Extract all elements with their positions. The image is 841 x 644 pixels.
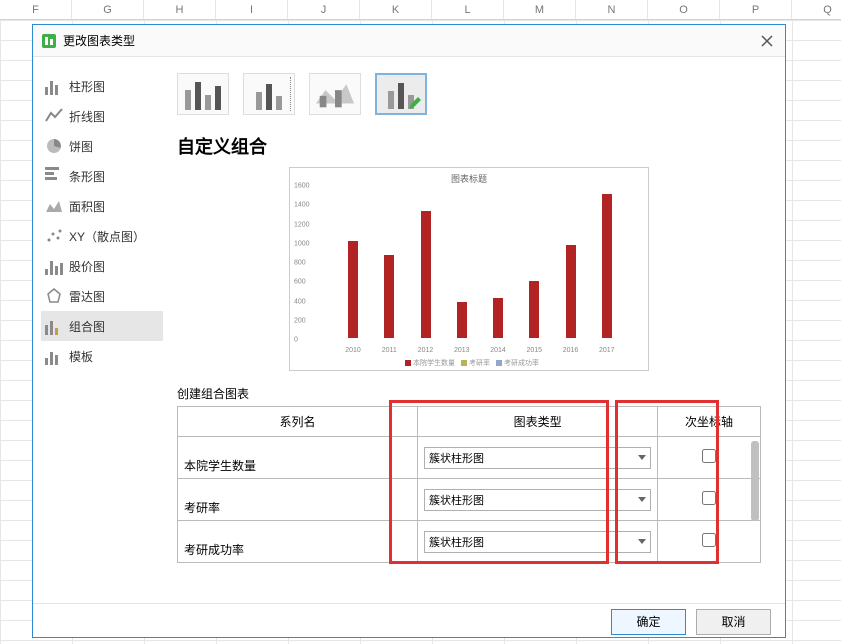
sidebar-item-0[interactable]: 柱形图 xyxy=(41,71,163,101)
chart-type-select[interactable]: 簇状柱形图 xyxy=(424,447,651,469)
column-header[interactable]: H xyxy=(144,0,216,19)
y-tick: 400 xyxy=(294,298,306,305)
main-panel: 自定义组合 图表标题 本院学生数量考研率考研成功率 2010 2011 2012 20… xyxy=(163,57,785,603)
y-tick: 1400 xyxy=(294,202,310,209)
change-chart-type-dialog: 更改图表类型 柱形图折线图饼图条形图面积图 XY（散点图） 股价图雷达图组合图模板 xyxy=(32,24,786,638)
y-tick: 1600 xyxy=(294,183,310,190)
sidebar-item-label: XY（散点图） xyxy=(69,228,145,245)
sidebar-item-9[interactable]: 模板 xyxy=(41,341,163,371)
combo-subtype-row xyxy=(177,73,761,115)
column-header[interactable]: I xyxy=(216,0,288,19)
sidebar-item-label: 模板 xyxy=(69,348,93,365)
secondary-axis-checkbox[interactable] xyxy=(702,449,716,463)
secondary-axis-checkbox[interactable] xyxy=(702,533,716,547)
column-header[interactable]: J xyxy=(288,0,360,19)
combo-series-table: 系列名 图表类型 次坐标轴 本院学生数量簇状柱形图考研率簇状柱形图考研成功率簇状… xyxy=(177,406,761,563)
column-header[interactable]: Q xyxy=(792,0,841,19)
sidebar-item-5[interactable]: XY（散点图） xyxy=(41,221,163,251)
chart-bar xyxy=(348,241,358,338)
series-name-cell: 考研成功率 xyxy=(178,521,418,563)
column-header[interactable]: G xyxy=(72,0,144,19)
sidebar-item-label: 雷达图 xyxy=(69,288,105,305)
sidebar-item-4[interactable]: 面积图 xyxy=(41,191,163,221)
chart-title: 图表标题 xyxy=(290,168,648,185)
chart-bar xyxy=(457,302,467,338)
create-combo-label: 创建组合图表 xyxy=(177,385,761,402)
chart-preview: 图表标题 本院学生数量考研率考研成功率 2010 2011 2012 2013 2014… xyxy=(289,167,649,371)
scrollbar[interactable] xyxy=(751,441,759,521)
ok-button[interactable]: 确定 xyxy=(611,609,686,635)
header-series: 系列名 xyxy=(178,407,418,437)
column-header[interactable]: N xyxy=(576,0,648,19)
combo-subtype-2[interactable] xyxy=(243,73,295,115)
table-row: 考研成功率簇状柱形图 xyxy=(178,521,761,563)
series-name-cell: 本院学生数量 xyxy=(178,437,418,479)
y-tick: 600 xyxy=(294,279,306,286)
column-header[interactable]: K xyxy=(360,0,432,19)
chart-bar xyxy=(421,211,431,338)
combo-subtype-4[interactable] xyxy=(375,73,427,115)
sidebar-item-label: 柱形图 xyxy=(69,78,105,95)
column-header[interactable]: O xyxy=(648,0,720,19)
sidebar-item-3[interactable]: 条形图 xyxy=(41,161,163,191)
titlebar[interactable]: 更改图表类型 xyxy=(33,25,785,57)
combo-subtype-1[interactable] xyxy=(177,73,229,115)
chart-type-select[interactable]: 簇状柱形图 xyxy=(424,489,651,511)
sidebar-item-label: 面积图 xyxy=(69,198,105,215)
x-tick: 2010 xyxy=(345,347,361,354)
chart-legend: 本院学生数量考研率考研成功率 xyxy=(290,358,648,368)
x-tick: 2017 xyxy=(599,347,615,354)
dialog-title: 更改图表类型 xyxy=(63,32,749,49)
chart-type-select[interactable]: 簇状柱形图 xyxy=(424,531,651,553)
sidebar-item-label: 股价图 xyxy=(69,258,105,275)
combo-subtype-3[interactable] xyxy=(309,73,361,115)
column-header[interactable]: M xyxy=(504,0,576,19)
sidebar-item-label: 组合图 xyxy=(69,318,105,335)
table-row: 考研率簇状柱形图 xyxy=(178,479,761,521)
column-header[interactable]: L xyxy=(432,0,504,19)
y-tick: 200 xyxy=(294,317,306,324)
section-title: 自定义组合 xyxy=(177,133,761,159)
y-tick: 1000 xyxy=(294,240,310,247)
sidebar-item-7[interactable]: 雷达图 xyxy=(41,281,163,311)
x-tick: 2014 xyxy=(490,347,506,354)
sidebar-item-label: 条形图 xyxy=(69,168,105,185)
x-tick: 2013 xyxy=(454,347,470,354)
sidebar-item-label: 折线图 xyxy=(69,108,105,125)
table-row: 本院学生数量簇状柱形图 xyxy=(178,437,761,479)
secondary-axis-checkbox[interactable] xyxy=(702,491,716,505)
x-tick: 2011 xyxy=(382,347,397,354)
column-header[interactable]: P xyxy=(720,0,792,19)
header-type: 图表类型 xyxy=(418,407,658,437)
sidebar-item-2[interactable]: 饼图 xyxy=(41,131,163,161)
chart-bar xyxy=(529,281,539,338)
close-icon xyxy=(761,35,773,47)
chart-bar xyxy=(602,194,612,338)
column-header[interactable]: F xyxy=(0,0,72,19)
chart-bar xyxy=(493,298,503,338)
cancel-button[interactable]: 取消 xyxy=(696,609,771,635)
x-tick: 2015 xyxy=(526,347,542,354)
y-tick: 1200 xyxy=(294,221,310,228)
chart-type-sidebar: 柱形图折线图饼图条形图面积图 XY（散点图） 股价图雷达图组合图模板 xyxy=(33,57,163,603)
close-button[interactable] xyxy=(749,25,785,57)
x-tick: 2016 xyxy=(563,347,579,354)
header-axis: 次坐标轴 xyxy=(658,407,761,437)
sidebar-item-6[interactable]: 股价图 xyxy=(41,251,163,281)
chart-bar xyxy=(566,245,576,338)
x-tick: 2012 xyxy=(418,347,434,354)
chart-bar xyxy=(384,255,394,338)
sidebar-item-1[interactable]: 折线图 xyxy=(41,101,163,131)
pencil-icon xyxy=(408,96,422,110)
sidebar-item-label: 饼图 xyxy=(69,138,93,155)
app-logo-icon xyxy=(41,33,57,49)
sidebar-item-8[interactable]: 组合图 xyxy=(41,311,163,341)
y-tick: 0 xyxy=(294,337,298,344)
series-name-cell: 考研率 xyxy=(178,479,418,521)
dialog-footer: 确定 取消 xyxy=(33,603,785,639)
y-tick: 800 xyxy=(294,260,306,267)
